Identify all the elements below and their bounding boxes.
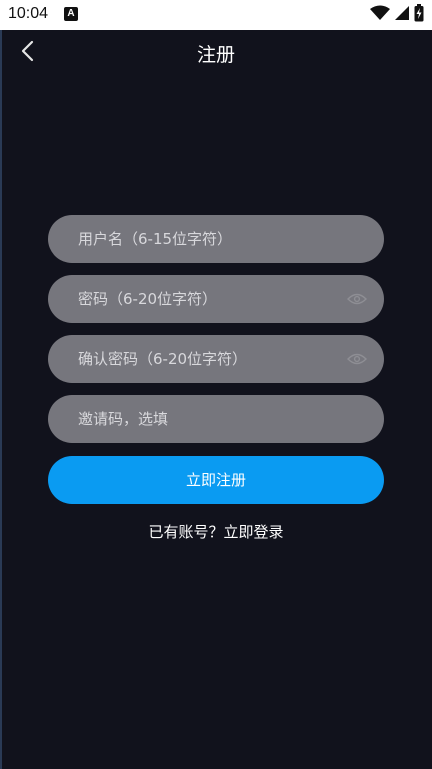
battery-icon	[414, 4, 424, 26]
username-field	[48, 215, 384, 263]
register-button[interactable]: 立即注册	[48, 456, 384, 504]
status-bar: 10:04 A	[0, 0, 432, 30]
edge-stripe	[0, 30, 2, 769]
invite-code-input[interactable]	[78, 399, 368, 439]
eye-icon[interactable]	[346, 352, 368, 366]
register-screen: 10:04 A 注册 用户名（6-15位字符） 邀请码，选填 立即注册 已有账号…	[0, 0, 432, 769]
a-icon: A	[64, 7, 78, 21]
signal-icon	[394, 5, 410, 25]
confirm-password-field	[48, 335, 384, 383]
page-title: 注册	[196, 44, 235, 66]
password-field	[48, 275, 384, 323]
eye-icon[interactable]	[346, 292, 368, 306]
username-input[interactable]	[78, 219, 368, 259]
invite-code-field	[48, 395, 384, 443]
header: 注册	[0, 30, 432, 76]
status-time: 10:04	[8, 5, 49, 22]
wifi-icon	[370, 5, 390, 25]
confirm-password-input[interactable]	[78, 339, 346, 379]
password-input[interactable]	[78, 279, 346, 319]
status-icons	[370, 4, 424, 26]
login-link[interactable]: 已有账号？立即登录	[0, 521, 432, 542]
